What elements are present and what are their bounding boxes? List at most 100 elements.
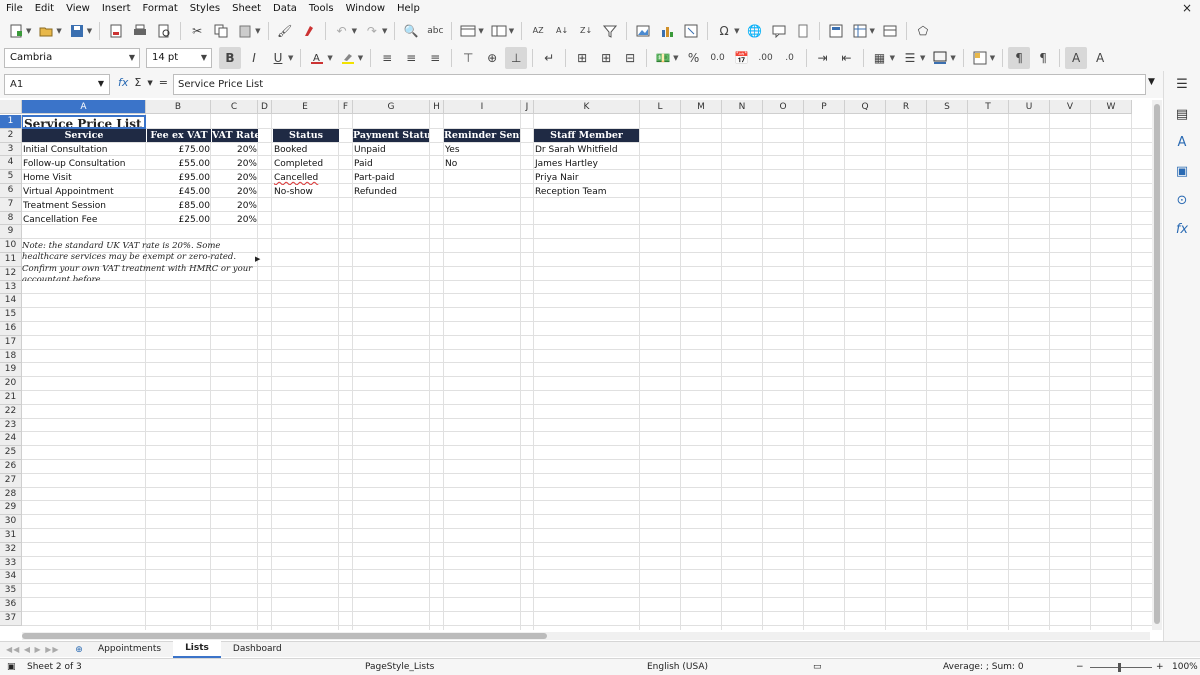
service-name[interactable]: Treatment Session: [22, 200, 146, 213]
text-orientation-icon[interactable]: A: [1065, 46, 1088, 69]
date-format-icon[interactable]: 📅: [731, 47, 753, 69]
navigator-icon[interactable]: ⊙: [1173, 193, 1191, 211]
undo-icon[interactable]: ↶: [331, 20, 353, 42]
service-name[interactable]: Home Visit: [22, 172, 146, 185]
italic-button[interactable]: I: [243, 47, 265, 69]
status-item[interactable]: Completed: [273, 158, 339, 171]
special-character-icon[interactable]: Ω: [713, 20, 735, 42]
row-header-36[interactable]: 36: [0, 598, 22, 612]
zoom-in-icon[interactable]: +: [1156, 662, 1164, 672]
highlight-color-icon[interactable]: [337, 47, 359, 69]
styles-icon[interactable]: A: [1173, 135, 1191, 153]
column-header-f[interactable]: F: [339, 100, 353, 114]
header-vat[interactable]: VAT Rate: [212, 129, 258, 142]
column-header-m[interactable]: M: [681, 100, 722, 114]
align-center-icon[interactable]: ≡: [400, 47, 422, 69]
column-header-a[interactable]: A: [22, 100, 146, 114]
copy-icon[interactable]: [210, 20, 232, 42]
menu-sheet[interactable]: Sheet: [226, 0, 267, 17]
tab-appointments[interactable]: Appointments: [86, 642, 173, 657]
row-header-24[interactable]: 24: [0, 432, 22, 447]
align-top-icon[interactable]: ⊤: [457, 47, 479, 69]
row-header-14[interactable]: 14: [0, 294, 22, 309]
row-header-9[interactable]: 9: [0, 225, 22, 240]
menu-edit[interactable]: Edit: [29, 0, 60, 17]
clear-formatting-icon[interactable]: [298, 20, 320, 42]
staff-item[interactable]: James Hartley: [534, 158, 639, 171]
tab-lists[interactable]: Lists: [173, 641, 221, 658]
bold-button[interactable]: B: [219, 46, 241, 69]
menu-data[interactable]: Data: [267, 0, 303, 17]
vertical-text-icon[interactable]: A: [1089, 47, 1111, 69]
column-header-d[interactable]: D: [258, 100, 272, 114]
status-item[interactable]: No-show: [273, 186, 339, 199]
redo-icon[interactable]: ↷: [361, 20, 383, 42]
delete-decimal-icon[interactable]: .0: [779, 47, 801, 69]
increase-indent-icon[interactable]: ⇥: [812, 47, 834, 69]
column-header-w[interactable]: W: [1091, 100, 1132, 114]
horizontal-scroll-thumb[interactable]: [22, 633, 547, 639]
sort-icon[interactable]: AZ: [527, 20, 549, 42]
row-header-26[interactable]: 26: [0, 460, 22, 474]
tab-dashboard[interactable]: Dashboard: [221, 642, 294, 657]
row-header-31[interactable]: 31: [0, 529, 22, 543]
row-header-4[interactable]: 4: [0, 156, 22, 171]
pivot-table-icon[interactable]: [680, 20, 702, 42]
align-bottom-icon[interactable]: ⊥: [505, 46, 528, 69]
hyperlink-icon[interactable]: 🌐: [744, 20, 766, 42]
number-format-icon[interactable]: 0.0: [707, 47, 729, 69]
unmerge-cells-icon[interactable]: ⊟: [619, 47, 641, 69]
cut-icon[interactable]: ✂: [186, 20, 208, 42]
draw-shapes-icon[interactable]: ⬠: [912, 20, 934, 42]
column-header-u[interactable]: U: [1009, 100, 1050, 114]
service-vat[interactable]: 20%: [212, 172, 258, 185]
service-name[interactable]: Cancellation Fee: [22, 214, 146, 227]
zoom-slider-knob[interactable]: [1118, 663, 1121, 672]
service-fee[interactable]: £95.00: [147, 172, 211, 185]
export-pdf-icon[interactable]: [105, 20, 127, 42]
header-payment-status[interactable]: Payment Status: [353, 129, 429, 142]
name-box[interactable]: A1 ▼: [4, 74, 110, 95]
column-header-o[interactable]: O: [763, 100, 804, 114]
insert-chart-icon[interactable]: [656, 20, 678, 42]
new-document-icon[interactable]: [5, 20, 27, 42]
row-header-20[interactable]: 20: [0, 377, 22, 391]
align-middle-icon[interactable]: ⊕: [481, 47, 503, 69]
service-name[interactable]: Virtual Appointment: [22, 186, 146, 199]
add-sheet-icon[interactable]: ⊕: [72, 645, 86, 655]
border-style-icon[interactable]: ☰: [899, 47, 921, 69]
align-left-icon[interactable]: ≡: [376, 47, 398, 69]
row-header-30[interactable]: 30: [0, 515, 22, 529]
payment-status-item[interactable]: Paid: [353, 158, 429, 171]
formula-input[interactable]: Service Price List: [173, 74, 1146, 95]
menu-insert[interactable]: Insert: [96, 0, 137, 17]
row-header-16[interactable]: 16: [0, 322, 22, 336]
chevron-down-icon[interactable]: ▼: [201, 53, 207, 62]
define-print-area-icon[interactable]: [825, 20, 847, 42]
service-name[interactable]: Follow-up Consultation: [22, 158, 146, 171]
row-header-25[interactable]: 25: [0, 446, 22, 460]
spreadsheet-grid[interactable]: W V U T S R Q P O N M L K J I H G F E D C B A Service Price Lis…: [0, 100, 1152, 630]
clone-formatting-icon[interactable]: 🖌: [274, 20, 296, 42]
row-header-13[interactable]: 13: [0, 280, 22, 295]
zoom-out-icon[interactable]: −: [1076, 662, 1084, 672]
service-vat[interactable]: 20%: [212, 158, 258, 171]
autofilter-icon[interactable]: [599, 20, 621, 42]
save-icon[interactable]: [66, 20, 88, 42]
language[interactable]: English (USA): [647, 662, 708, 672]
selection-summary[interactable]: Average: ; Sum: 0: [943, 662, 1024, 672]
spelling-icon[interactable]: abc: [424, 20, 446, 42]
reminder-item[interactable]: Yes: [444, 144, 520, 157]
row-header-18[interactable]: 18: [0, 349, 22, 364]
column-header-s[interactable]: S: [927, 100, 968, 114]
comment-icon[interactable]: [768, 20, 790, 42]
column-header-b[interactable]: B: [146, 100, 211, 114]
font-name-box[interactable]: Cambria ▼: [4, 47, 140, 68]
column-header-n[interactable]: N: [722, 100, 763, 114]
vat-note[interactable]: Note: the standard UK VAT rate is 20%. S…: [22, 241, 256, 281]
service-vat[interactable]: 20%: [212, 186, 258, 199]
menu-icon[interactable]: ☰: [1173, 77, 1191, 95]
staff-item[interactable]: Reception Team: [534, 186, 639, 199]
row-header-23[interactable]: 23: [0, 418, 22, 433]
row-header-5[interactable]: 5: [0, 170, 22, 184]
